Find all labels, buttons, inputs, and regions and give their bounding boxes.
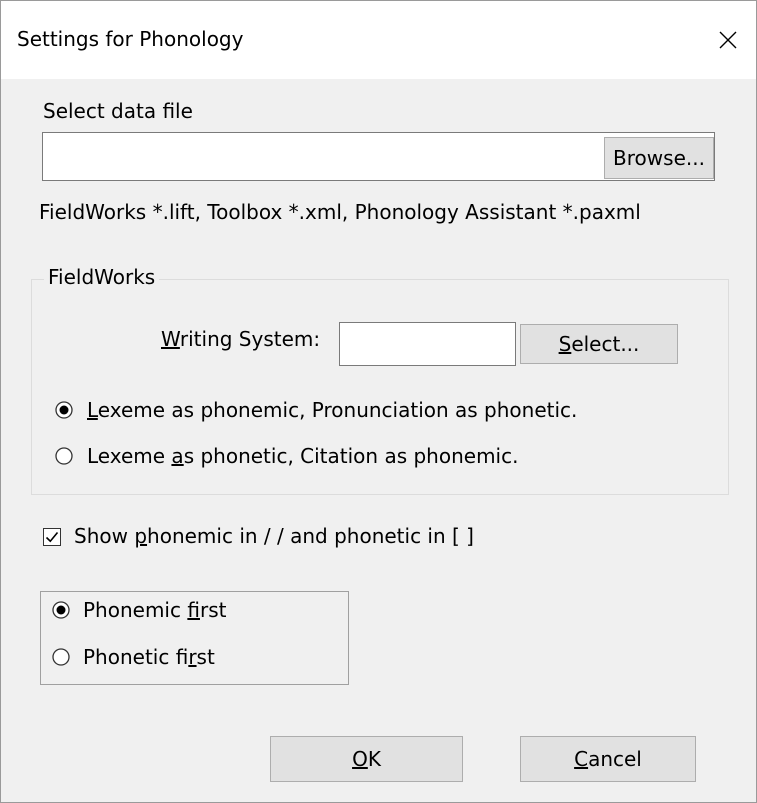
radio-selected-icon xyxy=(52,601,70,619)
checkmark-icon xyxy=(43,528,61,546)
select-mnemonic: S xyxy=(558,332,572,356)
show-brackets-label: Show phonemic in / / and phonetic in [ ] xyxy=(74,524,474,548)
radio-label: Lexeme as phonemic, Pronunciation as pho… xyxy=(87,398,578,422)
radio-label: Phonetic first xyxy=(83,645,215,669)
cancel-mnemonic: C xyxy=(574,747,589,771)
fieldworks-group-legend: FieldWorks xyxy=(44,265,160,289)
radio-label: Lexeme as phonetic, Citation as phonemic… xyxy=(87,444,519,468)
file-types-hint: FieldWorks *.lift, Toolbox *.xml, Phonol… xyxy=(39,200,641,224)
title-bar: Settings for Phonology xyxy=(1,1,756,79)
ok-label-text: K xyxy=(367,747,381,771)
radio-label: Phonemic first xyxy=(83,598,227,622)
writing-system-label-text: riting System: xyxy=(179,327,321,351)
dialog-title: Settings for Phonology xyxy=(17,27,244,51)
data-file-label: Select data file xyxy=(43,99,193,123)
cancel-button[interactable]: Cancel xyxy=(520,736,696,782)
ok-button[interactable]: OK xyxy=(270,736,463,782)
cancel-label-text: ancel xyxy=(588,747,642,771)
radio-unselected-icon xyxy=(55,447,73,465)
close-button[interactable] xyxy=(700,1,756,79)
close-icon xyxy=(719,31,737,49)
radio-unselected-icon xyxy=(52,648,70,666)
select-label-text: elect... xyxy=(571,332,640,356)
browse-button[interactable]: Browse... xyxy=(604,137,714,179)
ok-mnemonic: O xyxy=(352,747,368,771)
select-writing-system-button[interactable]: Select... xyxy=(520,324,678,364)
writing-system-label: Writing System: xyxy=(161,327,320,351)
writing-system-input[interactable] xyxy=(339,322,516,366)
writing-system-mnemonic: W xyxy=(161,327,180,351)
settings-dialog: Settings for Phonology Select data file … xyxy=(0,0,757,803)
radio-selected-icon xyxy=(55,401,73,419)
